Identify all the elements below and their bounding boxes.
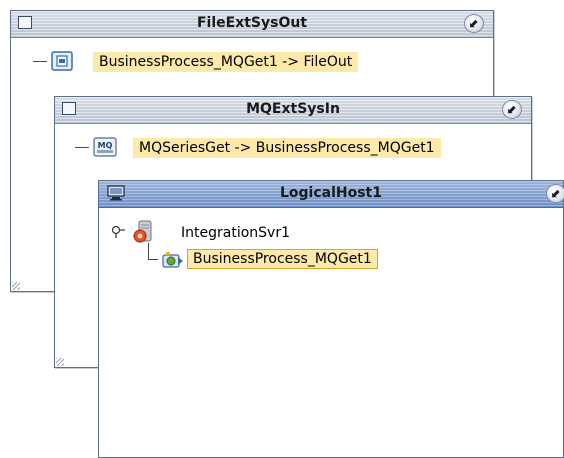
minimize-button[interactable]: ⬋	[546, 184, 564, 203]
connection-label[interactable]: BusinessProcess_MQGet1 -> FileOut	[93, 52, 359, 72]
computer-icon[interactable]	[107, 185, 125, 201]
tree-node-process[interactable]: BusinessProcess_MQGet1	[187, 247, 378, 271]
resize-handle[interactable]	[56, 358, 64, 366]
logical-host-window[interactable]: LogicalHost1 ⬋ IntegrationSvr1 BusinessP…	[98, 180, 564, 458]
tree-connector	[33, 61, 47, 62]
integration-server-icon	[131, 219, 157, 249]
process-label[interactable]: BusinessProcess_MQGet1	[187, 249, 378, 269]
list-item[interactable]: BusinessProcess_MQGet1 -> FileOut	[93, 50, 359, 74]
mq-icon-text: MQ	[98, 141, 113, 150]
tree-connector	[75, 147, 89, 148]
minimize-button[interactable]: ⬋	[464, 14, 484, 33]
resize-handle[interactable]	[12, 282, 20, 290]
window-title: FileExtSysOut	[196, 15, 308, 31]
tree-node-server[interactable]: IntegrationSvr1	[181, 221, 290, 245]
window-title: MQExtSysIn	[246, 101, 340, 117]
mq-ext-title-bar[interactable]: MQExtSysIn ⬋	[55, 97, 531, 124]
mq-series-icon: MQ	[93, 137, 117, 161]
tree-connector	[148, 259, 158, 260]
server-label[interactable]: IntegrationSvr1	[181, 225, 290, 241]
list-item[interactable]: MQSeriesGet -> BusinessProcess_MQGet1	[133, 136, 441, 160]
file-connector-icon	[51, 51, 73, 75]
minimize-button[interactable]: ⬋	[502, 100, 522, 119]
tree-expand-toggle-icon[interactable]	[111, 225, 129, 243]
window-menu-icon[interactable]	[62, 102, 76, 115]
file-ext-title-bar[interactable]: FileExtSysOut ⬋	[11, 11, 493, 38]
connection-label[interactable]: MQSeriesGet -> BusinessProcess_MQGet1	[133, 138, 441, 158]
window-title: LogicalHost1	[279, 185, 382, 201]
business-process-icon	[161, 249, 185, 275]
logical-host-title-bar[interactable]: LogicalHost1 ⬋	[99, 181, 564, 208]
tree-connector	[148, 243, 149, 259]
window-menu-icon[interactable]	[18, 16, 32, 29]
